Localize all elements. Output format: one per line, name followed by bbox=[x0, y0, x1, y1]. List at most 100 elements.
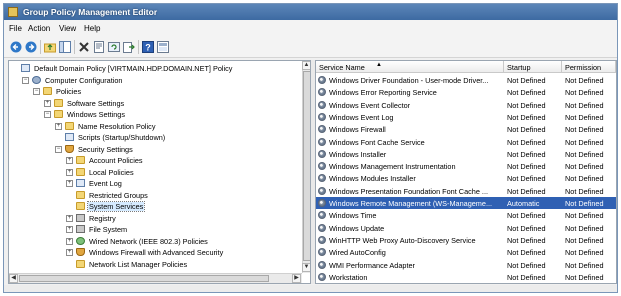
service-row[interactable]: Windows Font Cache Service Not Defined Not… bbox=[316, 136, 616, 148]
expand-icon[interactable]: + bbox=[66, 249, 73, 256]
service-gear-icon bbox=[318, 186, 326, 195]
service-permission: Not Defined bbox=[565, 235, 604, 245]
tree-node[interactable]: − Security Settings bbox=[9, 144, 299, 155]
tree-horizontal-scrollbar[interactable]: ◀ ▶ bbox=[9, 273, 302, 283]
up-folder-icon[interactable] bbox=[44, 41, 56, 53]
help-icon[interactable]: ? bbox=[142, 41, 154, 53]
tree-node[interactable]: + Wired Network (IEEE 802.3) Policies bbox=[9, 236, 299, 247]
console-tree[interactable]: Default Domain Policy [VIRTMAIN.HDP.DOMA… bbox=[8, 60, 311, 284]
group-policy-icon bbox=[8, 7, 18, 17]
folder-icon bbox=[54, 98, 63, 107]
tree-node[interactable]: Restricted Groups bbox=[9, 190, 299, 201]
tree-node[interactable]: Scripts (Startup/Shutdown) bbox=[9, 132, 299, 143]
refresh-icon[interactable] bbox=[108, 41, 120, 53]
service-name: Windows Driver Foundation - User-mode Dr… bbox=[329, 76, 489, 85]
service-startup: Not Defined bbox=[507, 125, 546, 135]
tree-node[interactable]: Default Domain Policy [VIRTMAIN.HDP.DOMA… bbox=[9, 63, 299, 74]
tree-node[interactable]: − Windows Settings bbox=[9, 109, 299, 120]
expand-icon[interactable]: + bbox=[66, 168, 73, 176]
tree-node[interactable]: + Event Log bbox=[9, 178, 299, 189]
column-header-permission[interactable]: Permission bbox=[562, 61, 616, 73]
show-hide-tree-icon[interactable] bbox=[59, 41, 71, 53]
service-row[interactable]: Windows Error Reporting Service Not Defin… bbox=[316, 86, 616, 98]
tree-node[interactable]: − Computer Configuration bbox=[9, 75, 299, 86]
service-row[interactable]: Windows Event Collector Not Defined Not De… bbox=[316, 99, 616, 111]
properties-icon[interactable] bbox=[93, 41, 105, 53]
service-row[interactable]: Windows Update Not Defined Not Defined bbox=[316, 222, 616, 234]
service-name: Workstation bbox=[329, 272, 368, 282]
service-row[interactable]: Windows Installer Not Defined Not Defined bbox=[316, 148, 616, 160]
collapse-icon[interactable]: − bbox=[44, 111, 51, 118]
doc-icon bbox=[65, 133, 74, 141]
scroll-right-icon[interactable]: ▶ bbox=[292, 274, 301, 283]
service-name: Windows Error Reporting Service bbox=[329, 88, 437, 98]
service-row[interactable]: WinHTTP Web Proxy Auto-Discovery Service… bbox=[316, 234, 616, 246]
toolbar-separator bbox=[40, 40, 41, 54]
export-list-icon[interactable] bbox=[123, 41, 135, 53]
tree-node[interactable]: + Name Resolution Policy bbox=[9, 121, 299, 132]
title-bar[interactable]: Group Policy Management Editor bbox=[4, 4, 617, 20]
service-row[interactable]: Windows Remote Management (WS-Manageme..… bbox=[316, 197, 616, 209]
tree-node-label: Scripts (Startup/Shutdown) bbox=[78, 133, 166, 142]
service-startup: Not Defined bbox=[507, 149, 546, 159]
collapse-icon[interactable]: − bbox=[22, 76, 29, 84]
toolbar-separator bbox=[138, 40, 139, 54]
tree-node-label: Security Settings bbox=[78, 144, 133, 154]
service-row[interactable]: WMI Performance Adapter Not Defined Not De… bbox=[316, 259, 616, 271]
toolbar-separator bbox=[74, 40, 75, 54]
console-tree-icon[interactable] bbox=[157, 41, 169, 53]
tree-node[interactable]: + File System bbox=[9, 224, 299, 235]
column-header-service-name[interactable]: Service Name ▲ bbox=[316, 61, 504, 73]
menu-file[interactable]: File bbox=[9, 24, 22, 33]
service-row[interactable]: Windows Driver Foundation - User-mode Dr… bbox=[316, 74, 616, 86]
expand-icon[interactable]: + bbox=[66, 214, 73, 222]
forward-icon[interactable] bbox=[25, 41, 37, 53]
tree-node[interactable]: + Windows Firewall with Advanced Security bbox=[9, 247, 299, 258]
service-row[interactable]: Windows Firewall Not Defined Not Defined bbox=[316, 123, 616, 135]
service-startup: Not Defined bbox=[507, 211, 546, 221]
gear-icon bbox=[32, 75, 41, 84]
tree-node-label: File System bbox=[89, 225, 128, 234]
service-startup: Not Defined bbox=[507, 260, 546, 270]
expand-icon[interactable]: + bbox=[66, 237, 73, 245]
service-row[interactable]: Windows Time Not Defined Not Defined bbox=[316, 209, 616, 221]
tree-node[interactable]: System Services bbox=[9, 201, 299, 212]
expand-icon[interactable]: + bbox=[55, 122, 62, 130]
menu-view[interactable]: View bbox=[59, 24, 76, 33]
tree-node[interactable]: + Local Policies bbox=[9, 167, 299, 178]
menu-help[interactable]: Help bbox=[84, 24, 100, 33]
service-name: Windows Installer bbox=[329, 149, 387, 159]
tree-hscroll-thumb[interactable] bbox=[19, 275, 269, 282]
service-row[interactable]: Wired AutoConfig Not Defined Not Defined bbox=[316, 246, 616, 258]
expand-icon[interactable]: + bbox=[66, 157, 73, 164]
menu-action[interactable]: Action bbox=[28, 24, 50, 33]
expand-icon[interactable]: + bbox=[44, 99, 51, 107]
back-icon[interactable] bbox=[10, 41, 22, 53]
lock-icon bbox=[76, 225, 85, 233]
service-row[interactable]: Windows Event Log Not Defined Not Defined bbox=[316, 111, 616, 123]
service-row[interactable]: Workstation Not Defined Not Defined bbox=[316, 271, 616, 283]
services-list[interactable]: Service Name ▲ Startup Permission Window… bbox=[315, 60, 617, 284]
expand-icon[interactable]: + bbox=[66, 180, 73, 187]
tree-node[interactable]: + Software Settings bbox=[9, 98, 299, 109]
tree-node[interactable]: − Policies bbox=[9, 86, 299, 97]
scroll-left-icon[interactable]: ◀ bbox=[9, 274, 18, 283]
service-gear-icon bbox=[318, 88, 326, 97]
tree-scroll-thumb[interactable] bbox=[303, 71, 310, 261]
tree-node-label: Wired Network (IEEE 802.3) Policies bbox=[89, 236, 208, 246]
tree-node[interactable]: + Account Policies bbox=[9, 155, 299, 166]
scroll-down-icon[interactable]: ▼ bbox=[302, 263, 310, 272]
service-row[interactable]: Windows Modules Installer Not Defined Not … bbox=[316, 172, 616, 184]
tree-node[interactable]: Network List Manager Policies bbox=[9, 259, 299, 270]
service-row[interactable]: Windows Management Instrumentation Not De… bbox=[316, 160, 616, 172]
collapse-icon[interactable]: − bbox=[33, 88, 40, 95]
service-row[interactable]: Windows Presentation Foundation Font Cac… bbox=[316, 185, 616, 197]
menu-bar: File Action View Help bbox=[4, 20, 617, 37]
column-header-startup[interactable]: Startup bbox=[504, 61, 562, 73]
tree-node[interactable]: + Registry bbox=[9, 213, 299, 224]
scroll-up-icon[interactable]: ▲ bbox=[302, 61, 310, 70]
tree-vertical-scrollbar[interactable]: ▲ ▼ bbox=[302, 61, 310, 273]
expand-icon[interactable]: + bbox=[66, 226, 73, 233]
collapse-icon[interactable]: − bbox=[55, 145, 62, 153]
delete-icon[interactable] bbox=[78, 41, 90, 53]
